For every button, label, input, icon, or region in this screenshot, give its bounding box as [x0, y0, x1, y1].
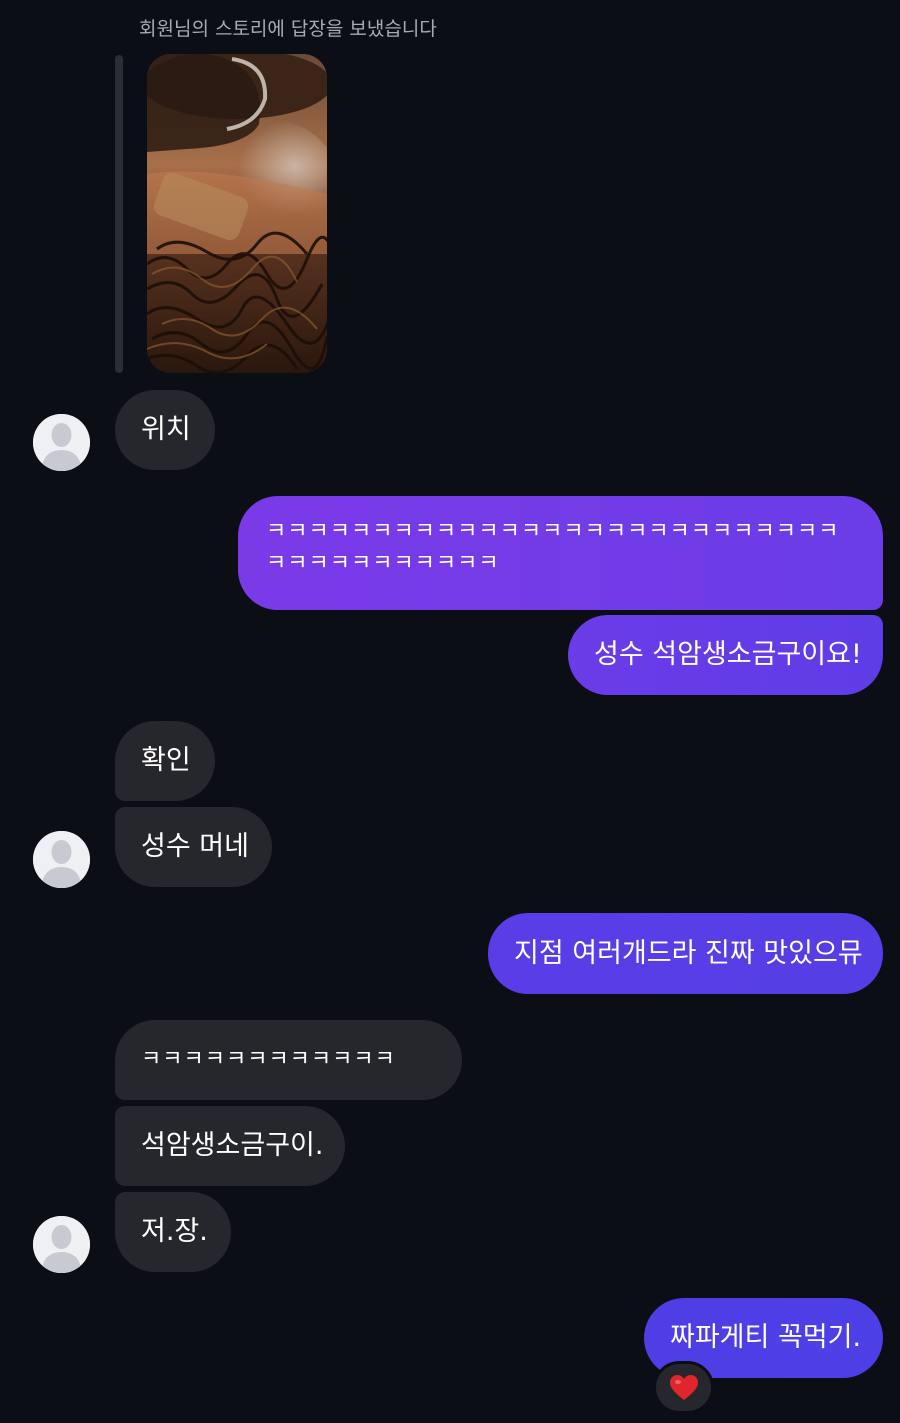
message-text: 성수 머네 [141, 831, 249, 863]
story-reply-caption: 회원님의 스토리에 답장을 보냈습니다 [139, 18, 437, 40]
sent-message[interactable]: 지점 여러개드라 진짜 맛있으뮤 [488, 913, 883, 994]
default-profile-avatar-icon [33, 831, 90, 888]
message-text: 위치 [141, 414, 191, 446]
message-text: 확인 [141, 745, 191, 777]
sent-message[interactable]: ㅋㅋㅋㅋㅋㅋㅋㅋㅋㅋㅋㅋㅋㅋㅋㅋㅋㅋㅋㅋㅋㅋㅋㅋㅋㅋㅋㅋㅋㅋㅋㅋㅋㅋㅋㅋㅋㅋ [238, 496, 883, 610]
received-message[interactable]: 확인 [115, 721, 215, 801]
message-text: 저.장. [141, 1216, 208, 1248]
received-message[interactable]: ㅋㅋㅋㅋㅋㅋㅋㅋㅋㅋㅋㅋ [115, 1020, 462, 1100]
message-text: 지점 여러개드라 진짜 맛있으뮤 [514, 937, 863, 969]
reaction-badge[interactable] [653, 1361, 714, 1414]
avatar[interactable] [33, 414, 90, 471]
received-message[interactable]: 저.장. [115, 1192, 231, 1272]
received-message[interactable]: 석암생소금구이. [115, 1106, 345, 1186]
received-message[interactable]: 성수 머네 [115, 807, 272, 887]
food-photo-icon [147, 54, 327, 373]
avatar[interactable] [33, 1216, 90, 1273]
received-message[interactable]: 위치 [115, 390, 215, 470]
red-heart-icon [669, 1374, 698, 1400]
avatar[interactable] [33, 831, 90, 888]
message-text: 석암생소금구이. [141, 1130, 324, 1162]
story-reply-bar [115, 55, 123, 373]
message-text: ㅋㅋㅋㅋㅋㅋㅋㅋㅋㅋㅋㅋㅋㅋㅋㅋㅋㅋㅋㅋㅋㅋㅋㅋㅋㅋㅋㅋㅋㅋㅋㅋㅋㅋㅋㅋㅋㅋ [266, 519, 840, 576]
story-thumbnail[interactable] [147, 54, 327, 373]
message-text: ㅋㅋㅋㅋㅋㅋㅋㅋㅋㅋㅋㅋ [141, 1046, 396, 1072]
default-profile-avatar-icon [33, 1216, 90, 1273]
message-text: 짜파게티 꼭먹기. [670, 1322, 862, 1354]
default-profile-avatar-icon [33, 414, 90, 471]
message-text: 성수 석암생소금구이요! [594, 639, 862, 671]
sent-message[interactable]: 성수 석암생소금구이요! [568, 615, 883, 695]
